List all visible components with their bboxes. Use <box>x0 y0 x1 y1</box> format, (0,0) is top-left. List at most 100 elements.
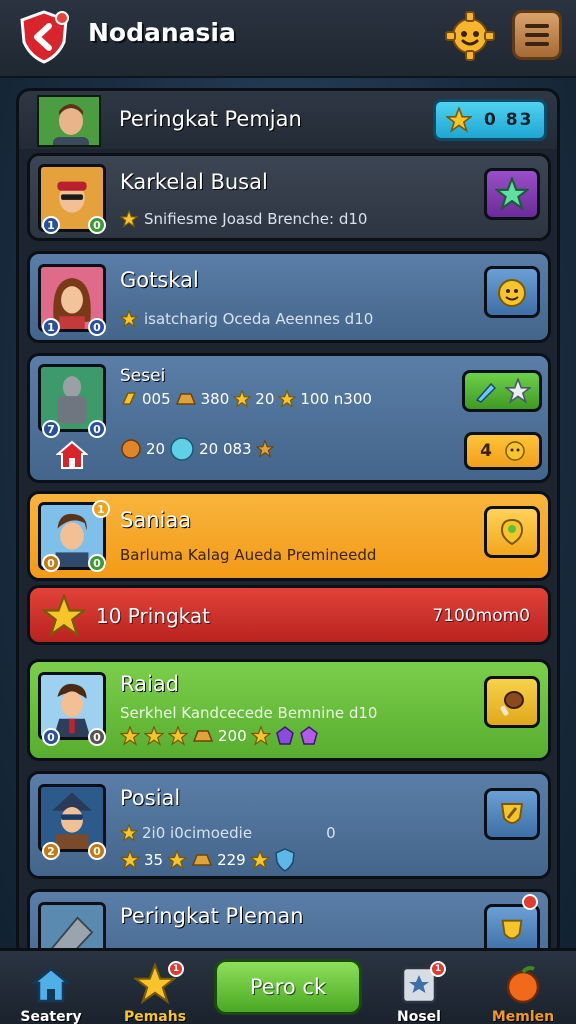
player-subtitle: Barluma Kalag Aueda Premineedd <box>120 546 376 564</box>
stat-value: 229 <box>217 851 246 869</box>
item-action-button[interactable] <box>462 370 542 412</box>
stats-row: 005 380 20 100 n300 <box>120 390 372 408</box>
level-badge: 2 <box>42 842 60 860</box>
potion-icon <box>475 382 497 403</box>
nav-label: Memlen <box>491 1009 555 1024</box>
item-action-button[interactable] <box>484 676 540 728</box>
gear-icon[interactable] <box>444 10 496 62</box>
gem-icon <box>275 726 294 745</box>
tag-action-button[interactable] <box>484 506 540 558</box>
nav-label: Pemahs <box>123 1009 187 1024</box>
shield-gem-icon <box>274 848 295 872</box>
star-icon <box>167 850 188 870</box>
nav-label: Nosel <box>397 1009 441 1024</box>
gold-bar-icon <box>191 854 213 866</box>
gem-icon <box>299 726 318 745</box>
stat-value: 35 <box>144 851 164 869</box>
stat-value: 100 n300 <box>300 390 372 408</box>
subtitle-text: 2i0 i0cimoedie <box>142 824 253 842</box>
subtitle-text: Snifiesme Joasd Brenche: d10 <box>144 210 368 228</box>
star-icon <box>495 177 529 211</box>
player-subtitle: Serkhel Kandcecede Bemnine d10 <box>120 704 377 722</box>
center-action-button[interactable]: Pero ck <box>214 959 362 1015</box>
star-icon <box>446 107 472 133</box>
house-icon <box>56 440 88 469</box>
star-icon <box>120 824 138 842</box>
star-icon <box>505 378 531 404</box>
stat-value: 20 <box>146 440 166 458</box>
stat-value: 005 <box>142 390 171 408</box>
nav-item-nosel[interactable]: 1 Nosel <box>374 957 464 1024</box>
stats-row: 20 20 083 <box>120 436 274 462</box>
bonus-badge: 1 <box>92 500 110 518</box>
menu-line <box>525 24 549 28</box>
nav-item-memlen[interactable]: Memlen <box>478 957 568 1024</box>
emote-action-button[interactable] <box>484 266 540 318</box>
leaderboard-row[interactable]: 2 0 Posial 2i0 i0cimoedie 0 35 229 <box>27 771 551 879</box>
notification-dot <box>522 894 538 910</box>
score-badge[interactable]: 0 83 <box>433 99 547 141</box>
player-name: Posial <box>120 786 181 810</box>
leaderboard-row[interactable]: 0 0 Raiad Serkhel Kandcecede Bemnine d10… <box>27 659 551 761</box>
star-icon <box>120 310 138 328</box>
star-icon <box>168 726 188 746</box>
shield-back-icon[interactable] <box>18 10 70 64</box>
leaderboard-row[interactable]: 1 0 Gotskal isatcharig Oceda Aeennes d10 <box>27 251 551 343</box>
rank-badge: 0 <box>88 554 106 572</box>
star-action-button[interactable] <box>484 168 540 220</box>
home-icon <box>31 967 71 1003</box>
subtitle-text: Serkhel Kandcecede Bemnine d10 <box>120 704 378 722</box>
coin-icon <box>121 392 137 405</box>
star-icon <box>255 440 274 458</box>
gold-bar-icon <box>175 393 196 405</box>
star-icon <box>120 726 140 746</box>
nav-item-seatery[interactable]: Seatery <box>6 957 96 1024</box>
gold-bar-icon <box>192 730 214 742</box>
badge-action-button[interactable] <box>484 788 540 840</box>
stats-row: 35 229 <box>120 848 296 872</box>
app-title: Nodanasia <box>88 18 236 47</box>
rank-badge: 0 <box>88 728 106 746</box>
top-bar: Nodanasia <box>0 0 576 78</box>
player-name: Gotskal <box>120 268 199 292</box>
level-badge: 0 <box>42 554 60 572</box>
fruit-icon <box>506 966 540 1004</box>
smiley-icon <box>505 441 525 461</box>
medal-icon <box>500 803 524 824</box>
stat-value: 20 083 <box>199 440 252 458</box>
menu-line <box>525 42 549 46</box>
subtitle-extra: 0 <box>326 824 336 842</box>
score-value: 0 83 <box>484 110 534 130</box>
medal-icon <box>501 919 523 940</box>
rank-badge: 0 <box>88 216 106 234</box>
subtitle-text: isatcharig Oceda Aeennes d10 <box>144 310 374 328</box>
level-badge: 7 <box>42 420 60 438</box>
player-name: Raiad <box>120 672 180 696</box>
level-badge: 1 <box>42 318 60 336</box>
stat-value: 20 <box>255 390 275 408</box>
leaderboard-row[interactable]: 7 0 Sesei 005 380 20 100 n300 20 20 083 … <box>27 353 551 483</box>
star-icon <box>144 726 164 746</box>
panel-header: Peringkat Pemjan 0 83 <box>19 91 557 149</box>
stats-row: 200 <box>120 726 319 746</box>
leaderboard-panel: Peringkat Pemjan 0 83 1 0 Karkelal Busal… <box>16 88 560 958</box>
menu-button[interactable] <box>512 10 562 60</box>
nav-label: Seatery <box>20 1009 82 1024</box>
nav-item-pemahs[interactable]: 1 Pemahs <box>110 957 200 1024</box>
player-avatar[interactable] <box>37 95 101 147</box>
count-action-button[interactable]: 4 <box>464 432 542 470</box>
rank-badge: 0 <box>88 420 106 438</box>
leaderboard-row-highlighted[interactable]: 0 0 1 Saniaa Barluma Kalag Aueda Premine… <box>27 491 551 581</box>
player-name: Sesei <box>120 366 166 386</box>
star-icon <box>278 390 297 408</box>
star-icon <box>250 726 271 746</box>
star-icon <box>233 390 252 408</box>
rank-badge: 0 <box>88 842 106 860</box>
panel-title: Peringkat Pemjan <box>119 107 302 131</box>
bottom-nav: Seatery 1 Pemahs Pero ck 1 Nosel Memlen <box>0 948 576 1024</box>
leaderboard-row[interactable]: 1 0 Karkelal Busal Snifiesme Joasd Brenc… <box>27 153 551 241</box>
star-icon <box>120 850 140 870</box>
rank-banner: 10 Pringkat 7100mom0 <box>27 585 551 645</box>
player-name: Saniaa <box>120 508 192 532</box>
star-icon <box>42 594 86 638</box>
